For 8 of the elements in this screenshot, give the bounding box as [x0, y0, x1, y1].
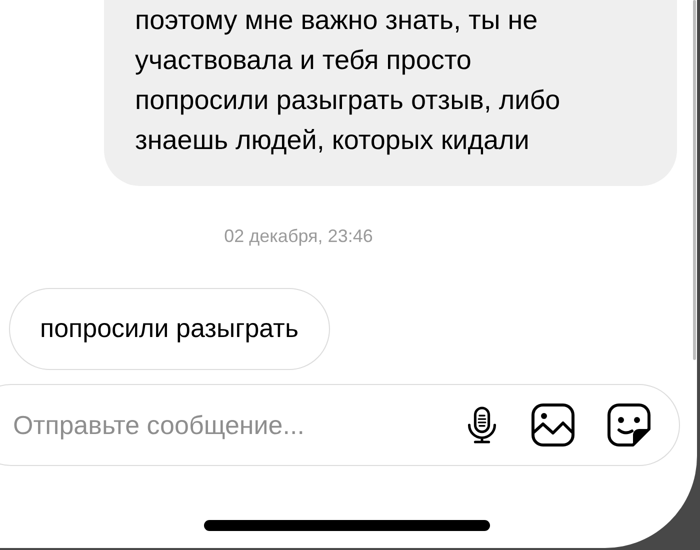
sent-message: поэтому мне важно знать, ты не участвовала и тебя просто попросили разыграть отзыв, либо знаешь людей, которых кидали — [104, 0, 677, 186]
received-message: попросили разыграть — [9, 288, 330, 370]
scroll-bar[interactable] — [693, 0, 696, 360]
message-timestamp: 02 декабря, 23:46 — [224, 225, 373, 248]
message-input-field[interactable]: Отправьте сообщение... — [0, 384, 680, 466]
message-input[interactable]: Отправьте сообщение... — [11, 408, 465, 442]
image-icon[interactable] — [531, 403, 575, 447]
sticker-icon[interactable] — [607, 403, 651, 447]
